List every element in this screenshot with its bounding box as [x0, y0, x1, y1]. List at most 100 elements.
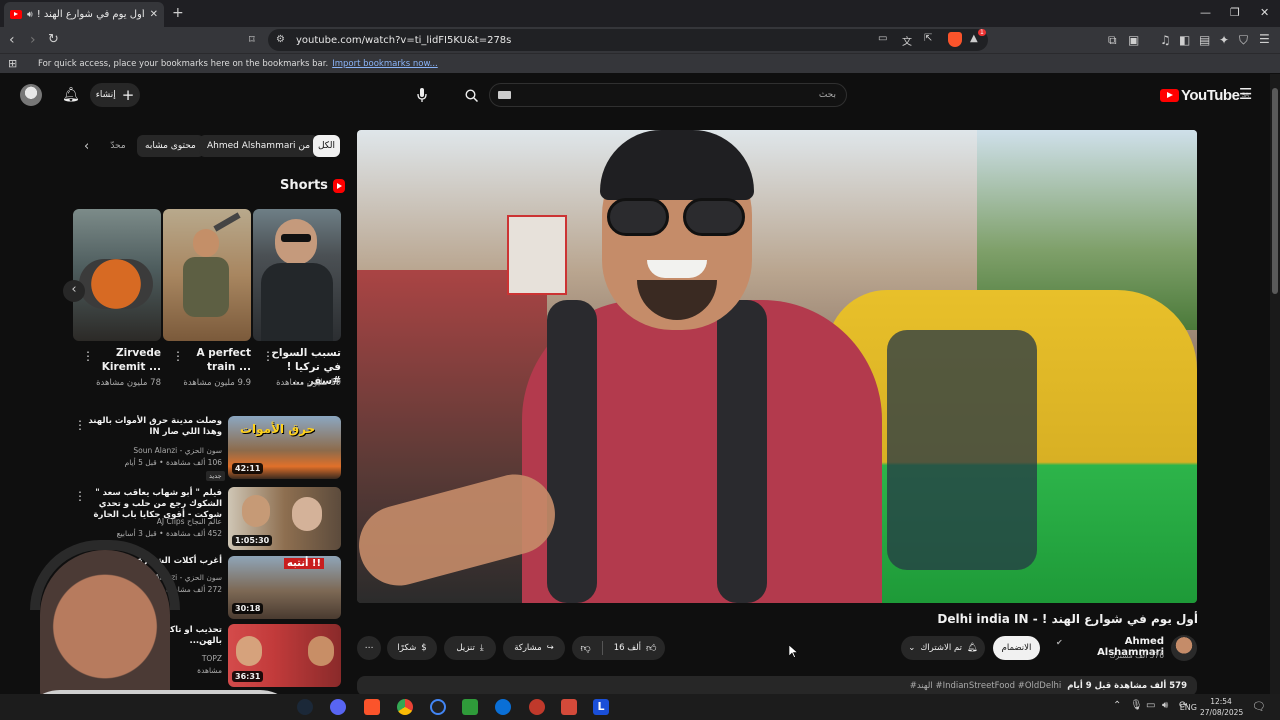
close-window-icon[interactable]: ✕: [1260, 6, 1269, 19]
chips-prev-icon[interactable]: ‹: [84, 140, 89, 153]
forward-icon[interactable]: ›: [30, 33, 36, 47]
short-title-3[interactable]: Zirvede Kiremit ...: [81, 346, 161, 374]
description-box[interactable]: #الهند #IndianStreetFood #OldDelhi 579 أ…: [357, 676, 1197, 696]
youtube-header: 🔔︎ إنشاء + بحث YouTube SA ☰: [0, 74, 1270, 118]
chip-everything[interactable]: الكل: [313, 135, 340, 157]
steam-icon[interactable]: [297, 699, 313, 715]
leo-ai-icon[interactable]: ✦: [1219, 34, 1229, 46]
vpn-icon[interactable]: ⛉: [1239, 34, 1248, 46]
like-icon[interactable]: 👍︎: [646, 642, 656, 654]
download-label: تنزيل: [456, 643, 475, 653]
new-tab-icon[interactable]: +: [172, 6, 184, 20]
url-bar[interactable]: ⚙︎ youtube.com/watch?v=ti_lidFI5KU&t=278…: [268, 29, 988, 51]
share-button[interactable]: مشاركة ↪: [503, 636, 565, 660]
app-blue-icon[interactable]: [495, 699, 511, 715]
clock[interactable]: 12:54 27/08/2025: [1200, 696, 1243, 718]
site-info-icon[interactable]: ⚙︎: [276, 34, 285, 45]
search-icon: [464, 88, 478, 102]
like-count: 16 ألف: [613, 643, 641, 653]
network-icon[interactable]: ▭: [1146, 701, 1155, 711]
download-button[interactable]: تنزيل ⤓: [444, 636, 496, 660]
tray-expand-icon[interactable]: ⌃: [1113, 701, 1121, 711]
youtube-logo[interactable]: YouTube SA: [1160, 87, 1249, 104]
search-button[interactable]: [453, 83, 489, 107]
app-red-circle-icon[interactable]: [529, 699, 545, 715]
subscribed-button[interactable]: ⌄ تم الاشتراك 🔔︎: [901, 636, 985, 660]
bell-icon: 🔔︎: [967, 643, 978, 653]
account-avatar[interactable]: [20, 84, 42, 106]
app-red-square-icon[interactable]: [561, 699, 577, 715]
audio-icon[interactable]: 🔊︎: [27, 10, 33, 20]
menu-icon[interactable]: ☰: [1259, 33, 1270, 45]
voice-search-button[interactable]: [410, 83, 434, 107]
bookmark-icon[interactable]: ⌑: [249, 34, 255, 45]
create-label: إنشاء: [95, 90, 116, 100]
sidebar-icon[interactable]: ◧: [1179, 34, 1190, 46]
rec-meta-2: 452 ألف مشاهدة • قبل 3 أسابيع: [116, 529, 222, 538]
channel-avatar[interactable]: [1171, 635, 1197, 661]
minimize-icon[interactable]: —: [1200, 6, 1211, 19]
language-indicator[interactable]: ENG: [1177, 703, 1197, 712]
app-green-icon[interactable]: [462, 699, 478, 715]
like-dislike-group: 👎︎ 16 ألف 👍︎: [572, 636, 665, 660]
restore-icon[interactable]: ❐: [1230, 6, 1240, 19]
import-bookmarks-link[interactable]: Import bookmarks now...: [332, 59, 438, 69]
search-input[interactable]: بحث: [489, 83, 847, 107]
more-actions-button[interactable]: ⋯: [357, 636, 381, 660]
keyboard-icon[interactable]: [498, 91, 511, 99]
youtube-play-icon: [1160, 89, 1179, 102]
app-l-icon[interactable]: L: [593, 699, 609, 715]
verified-icon: ✔: [1056, 638, 1063, 647]
rewards-icon[interactable]: ▲: [970, 33, 978, 44]
brave-taskbar-icon[interactable]: [364, 699, 380, 715]
create-button[interactable]: إنشاء +: [90, 83, 140, 107]
short-thumbnail-1[interactable]: [253, 209, 341, 341]
shorts-title: Shorts: [280, 178, 328, 193]
scrollbar-thumb[interactable]: [1272, 88, 1278, 294]
video-title: أول يوم في شوارع الهند ! - Delhi india I…: [937, 612, 1198, 626]
url-text: youtube.com/watch?v=ti_lidFI5KU&t=278s: [296, 34, 512, 46]
join-button[interactable]: الانضمام: [993, 636, 1040, 660]
discord-icon[interactable]: [330, 699, 346, 715]
thanks-button[interactable]: شكرًا $: [387, 636, 437, 660]
wallet2-icon[interactable]: ▤: [1199, 34, 1210, 46]
volume-icon[interactable]: 🔊︎: [1162, 701, 1168, 711]
search-placeholder: بحث: [818, 90, 836, 100]
rec-channel-2[interactable]: عالم النجاح AJ Clips: [82, 516, 222, 527]
subscribed-label: تم الاشتراك: [920, 643, 962, 653]
short-thumbnail-2[interactable]: [163, 209, 251, 341]
music-icon[interactable]: ♫: [1160, 34, 1171, 46]
video-player[interactable]: [357, 130, 1197, 603]
thanks-icon: $: [421, 643, 427, 653]
guide-menu-icon[interactable]: ☰: [1239, 87, 1252, 102]
reload-icon[interactable]: ↻: [48, 33, 59, 46]
cast-icon[interactable]: ▭: [878, 33, 887, 44]
rec-duration-1: 42:11: [232, 463, 264, 474]
chip-all[interactable]: محدّ: [106, 135, 130, 157]
dislike-icon[interactable]: 👎︎: [581, 642, 591, 654]
hashtags[interactable]: #الهند #IndianStreetFood #OldDelhi: [910, 681, 1061, 691]
rec-channel-1[interactable]: سون الحزي - Soun Alanzi: [82, 445, 222, 456]
back-icon[interactable]: ‹: [9, 33, 15, 47]
more-horizontal-icon: ⋯: [364, 643, 374, 653]
close-tab-icon[interactable]: ✕: [150, 9, 158, 20]
mic-tray-icon[interactable]: 🎙︎: [1130, 701, 1143, 711]
notification-center-icon[interactable]: 🗨︎: [1252, 701, 1266, 712]
chip-from-channel[interactable]: من Ahmed Alshammari: [199, 135, 319, 157]
brave-shield-icon[interactable]: [948, 32, 962, 47]
short-title-2[interactable]: A perfect train ...: [171, 346, 251, 374]
short-thumbnail-3[interactable]: [73, 209, 161, 341]
chrome-icon[interactable]: [397, 699, 413, 715]
google-icon[interactable]: [430, 699, 446, 715]
share-icon[interactable]: ⇱: [924, 33, 932, 44]
chip-related[interactable]: محتوى مشابه: [137, 135, 204, 157]
shorts-prev-icon[interactable]: ‹: [63, 280, 85, 302]
windows-taskbar: [0, 694, 1280, 720]
translate-icon[interactable]: 文: [902, 33, 912, 48]
apps-grid-icon[interactable]: ⊞: [8, 58, 17, 69]
browser-tab[interactable]: 🔊︎ أول يوم في شوارع الهند ! - be ✕: [4, 2, 164, 27]
extensions-icon[interactable]: ⧉: [1108, 34, 1117, 46]
rec-title-1[interactable]: وصلت مدينة حرق الأموات بالهند وهذا اللي …: [82, 416, 222, 438]
wallet-icon[interactable]: ▣: [1128, 34, 1139, 46]
notifications-bell-icon[interactable]: 🔔︎: [62, 88, 80, 102]
